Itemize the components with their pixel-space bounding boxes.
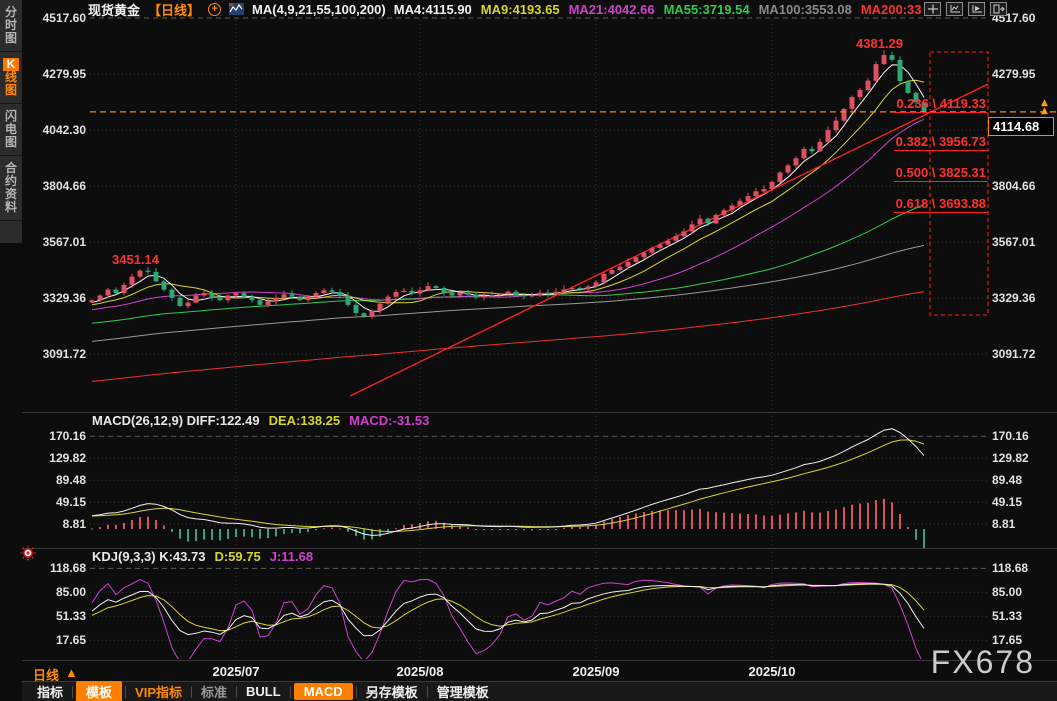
toolbar-item-2[interactable]: 模板 (76, 681, 123, 701)
ma-values-readout: MA4:4115.90 MA9:4193.65 MA21:4042.66 MA55:3… (394, 2, 922, 17)
ma-value-readout: MA9:4193.65 (480, 1, 560, 17)
sidebar-item-tab[interactable]: 合约资料 (0, 156, 22, 221)
peak-price-label: 4381.29 (856, 36, 903, 51)
kdj-panel-title: KDJ(9,3,3) K:43.73 D:59.75 J:11.68 (92, 549, 313, 564)
toolbar-item-7[interactable]: 另存模板 (357, 682, 427, 701)
dea-line (91, 439, 925, 533)
macd-dea-readout: DEA:138.25 (268, 413, 341, 428)
ma9-line (91, 79, 925, 306)
d-line (91, 583, 925, 632)
toolbar-item-8[interactable]: 管理模板 (428, 682, 498, 701)
toolbar-item-4[interactable]: 标准 (192, 682, 236, 701)
ma-settings-label: MA(4,9,21,55,100,200) (252, 1, 386, 17)
ma21-line (91, 118, 925, 311)
early-peak-price-label: 3451.14 (112, 252, 159, 267)
toolbar-item-6[interactable]: MACD (293, 683, 353, 700)
toolbar-item-5[interactable]: BULL (237, 684, 290, 699)
trendline (349, 83, 989, 397)
sidebar-item-active[interactable]: K线图 (0, 52, 22, 104)
watermark: FX678 (930, 644, 1035, 680)
playback-chart-icon[interactable] (968, 2, 985, 16)
ma55-line (91, 204, 925, 324)
toolbar-divider (289, 685, 291, 698)
macd-macd-readout: MACD:-31.53 (349, 413, 430, 428)
chart-canvas[interactable] (0, 0, 1057, 701)
kdj-layer (91, 578, 925, 659)
toolbar-item-1[interactable]: 指标 (28, 682, 72, 701)
period-label[interactable]: 【日线】 (148, 0, 200, 19)
current-price-box: 4114.68 (988, 117, 1054, 136)
window-icons (924, 2, 1007, 16)
kdj-d-readout: D:59.75 (214, 549, 261, 564)
active-tab-chip: K (3, 58, 19, 71)
ma-value-readout: MA100:3553.08 (758, 1, 852, 17)
main-chart-layer (89, 50, 989, 397)
trading-chart-window: 4517.604517.604279.954279.954042.304042.… (0, 0, 1057, 701)
candles-layer (89, 50, 927, 319)
fib-projection-box (929, 51, 989, 316)
macd-layer (91, 428, 925, 548)
left-sidebar: 分时图 K线图 闪电图 合约资料 (0, 0, 22, 701)
add-alert-icon[interactable]: + (208, 2, 222, 16)
ma-value-readout: MA200:33 (860, 1, 922, 17)
scale-chart-icon[interactable] (946, 2, 963, 16)
chart-header: 现货黄金 【日线】 + MA(4,9,21,55,100,200) MA4:41… (88, 0, 922, 18)
price-up-arrow-icon: ▲ ▲ (1041, 98, 1048, 116)
crosshair-icon[interactable] (924, 2, 941, 16)
ma-value-readout: MA21:4042.66 (568, 1, 655, 17)
macd-diff-readout: MACD(26,12,9) DIFF:122.49 (92, 413, 260, 428)
k-line (91, 583, 925, 637)
ma-value-readout: MA55:3719.54 (663, 1, 750, 17)
ma-value-readout: MA4:4115.90 (393, 1, 472, 17)
ma4-line (91, 64, 925, 312)
sidebar-filler (0, 221, 22, 243)
toolbar-divider (72, 685, 74, 698)
exit-chart-icon[interactable] (990, 2, 1007, 16)
symbol-name: 现货黄金 (88, 2, 141, 18)
macd-panel-title: MACD(26,12,9) DIFF:122.49 DEA:138.25 MAC… (92, 413, 429, 428)
sidebar-item-tab[interactable]: 分时图 (0, 0, 22, 52)
kdj-k-readout: KDJ(9,3,3) K:43.73 (92, 549, 206, 564)
sidebar-item-tab[interactable]: 闪电图 (0, 104, 22, 156)
diff-line (91, 428, 925, 536)
chart-type-icon[interactable] (229, 3, 245, 15)
toolbar-item-3[interactable]: VIP指标 (126, 682, 191, 701)
bottom-toolbar: 指标 模板 VIP指标 标准 BULL MACD 另存模板 管理模板 (22, 681, 1057, 701)
alert-beacon-icon[interactable] (20, 545, 36, 561)
kdj-j-readout: J:11.68 (269, 549, 314, 564)
ma200-line (91, 291, 925, 382)
